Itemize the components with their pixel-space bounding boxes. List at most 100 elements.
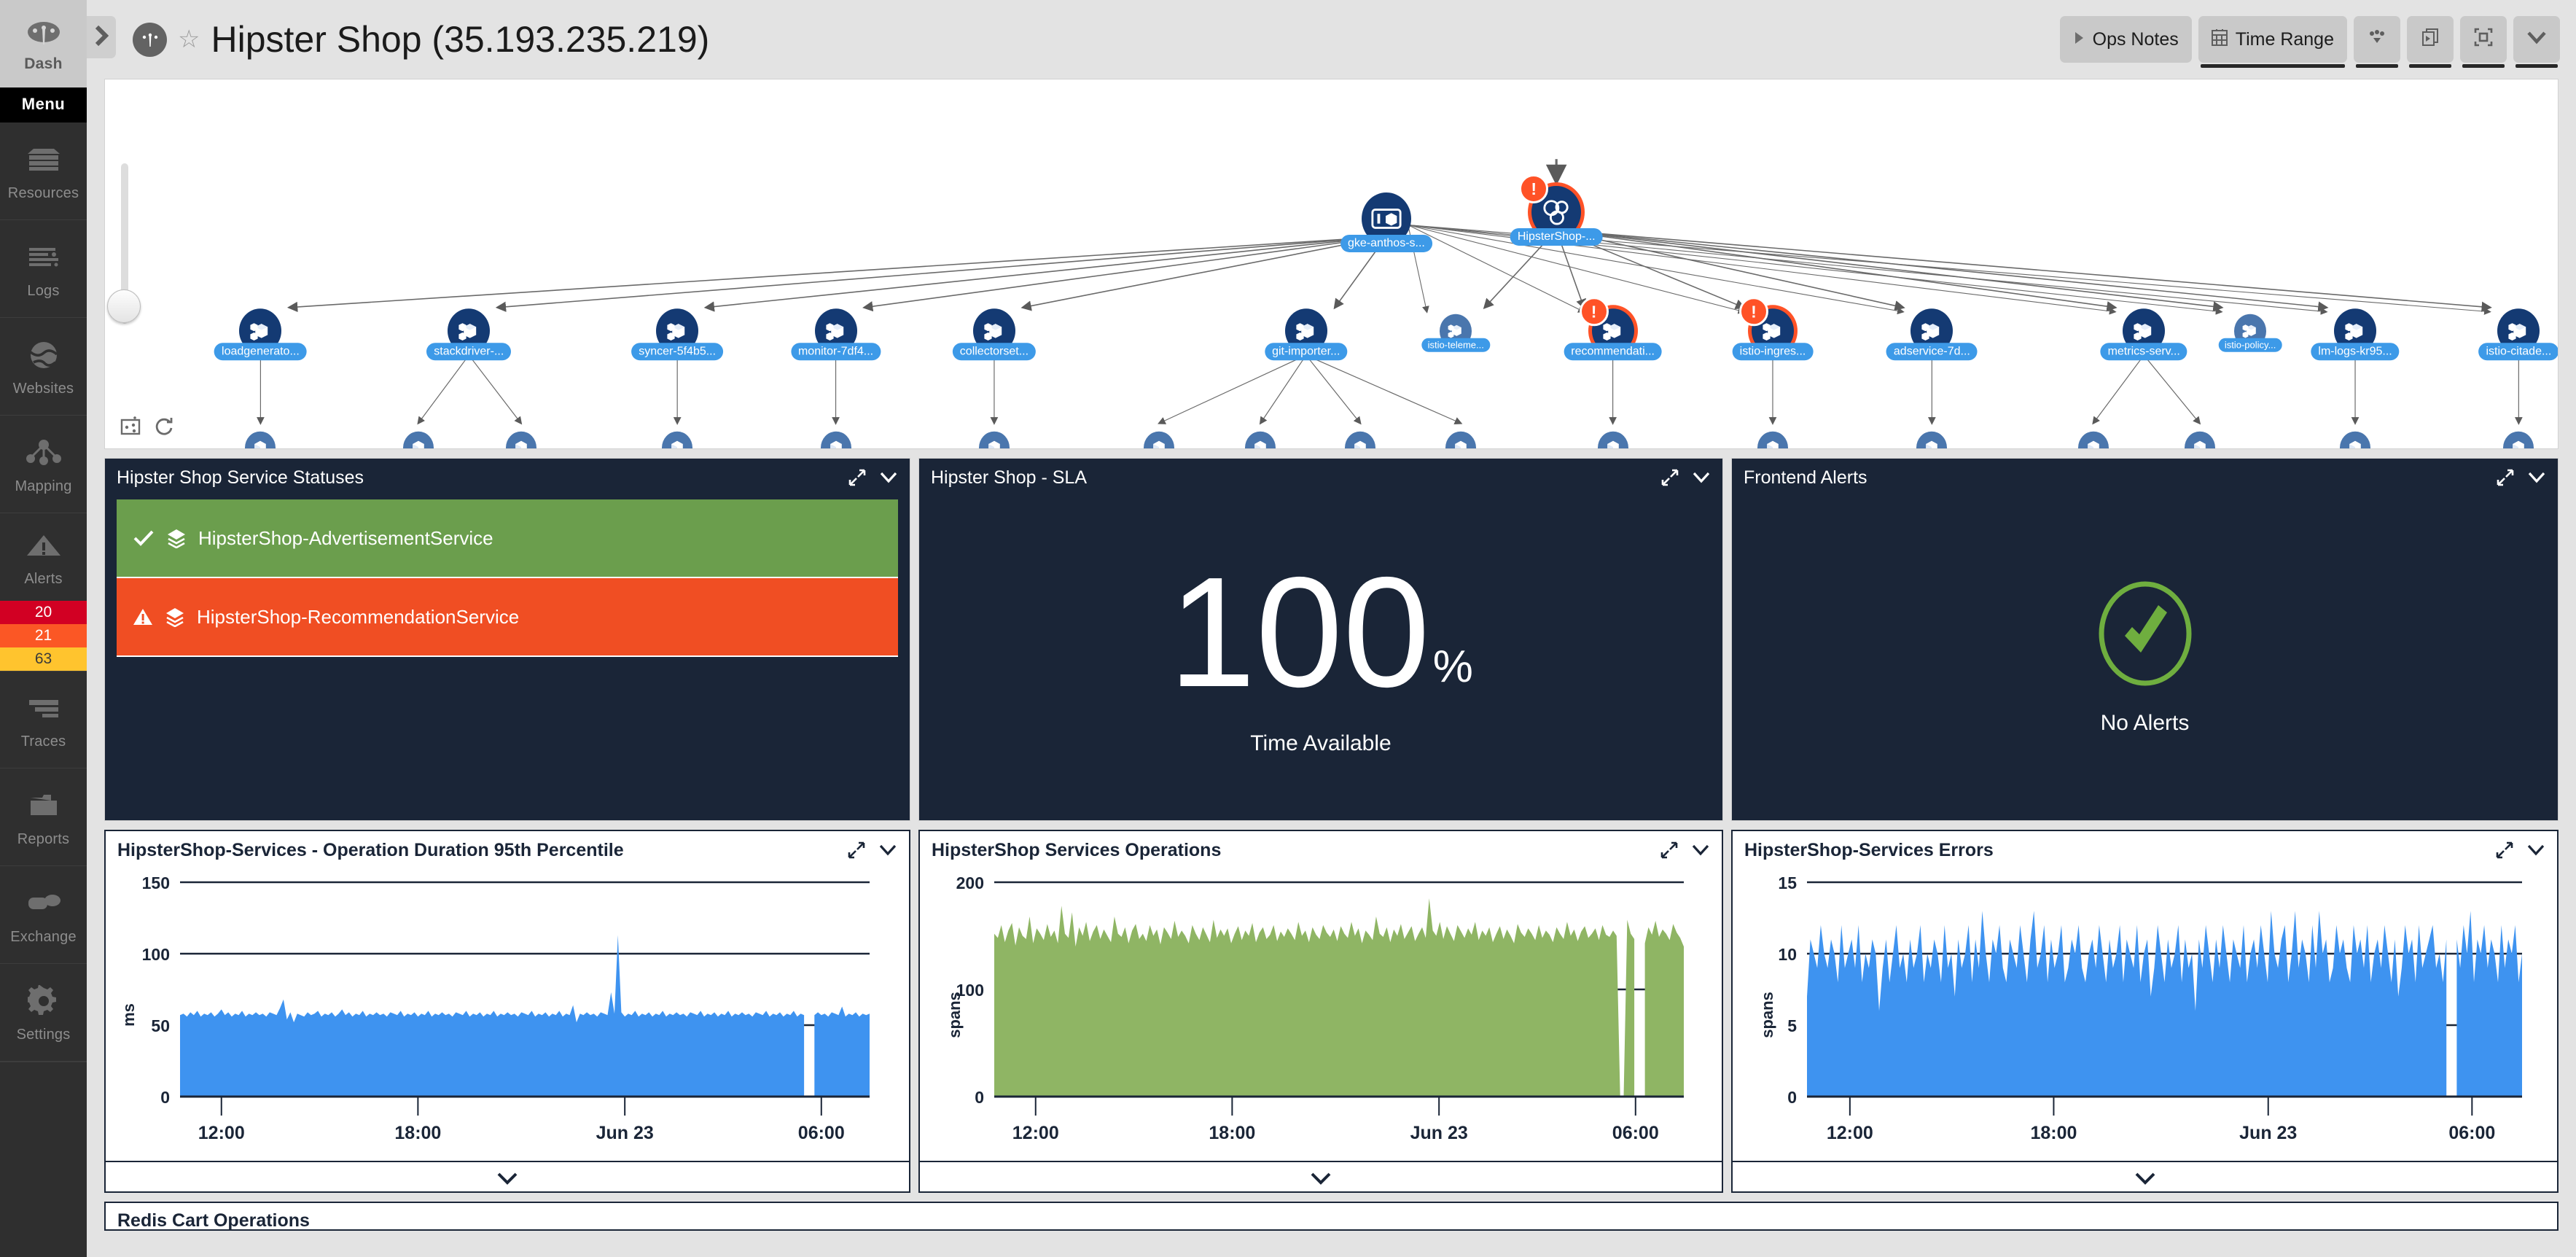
- topology-node[interactable]: main: [245, 431, 276, 448]
- topology-zoom-handle[interactable]: [107, 289, 141, 323]
- topology-node[interactable]: syncer: [662, 431, 693, 448]
- node-warning-badge: !: [1519, 174, 1549, 203]
- chevron-right-icon: [94, 25, 109, 50]
- expand-icon[interactable]: [848, 841, 865, 859]
- svg-text:12:00: 12:00: [1012, 1123, 1059, 1143]
- chevron-down-icon[interactable]: [2527, 470, 2546, 485]
- chevron-down-icon[interactable]: [879, 470, 898, 485]
- sidebar-dash-home[interactable]: Dash: [0, 0, 87, 87]
- exchange-puzzle-icon: [23, 884, 65, 922]
- calendar-icon: [2211, 28, 2228, 51]
- sidebar-item-mapping[interactable]: Mapping: [0, 416, 87, 513]
- chart-area[interactable]: ms 0 50 100 150 12:00 18:00 Jun 23 06:00: [106, 869, 909, 1161]
- alert-badge-warning[interactable]: 63: [0, 647, 87, 671]
- topology-node[interactable]: metadata-age...: [402, 431, 434, 448]
- topology-node[interactable]: metrics-serv...: [2077, 431, 2109, 448]
- sidebar-item-reports[interactable]: Reports: [0, 768, 87, 866]
- topology-node-label: gke-anthos-s...: [1340, 235, 1432, 253]
- chart-area[interactable]: spans 0 100 200 12:00 18:00 Jun 23 06:00: [920, 869, 1722, 1161]
- sidebar-item-logs[interactable]: Logs: [0, 220, 87, 318]
- topology-node[interactable]: git-sync: [1245, 431, 1276, 448]
- chevron-down-icon[interactable]: [1692, 470, 1711, 485]
- topology-node[interactable]: syncer-5f4b5...: [631, 308, 724, 361]
- topology-map-panel[interactable]: gke-anthos-s... ! HipsterShop-... loadgener…: [104, 79, 2559, 449]
- chart-area[interactable]: spans 0 5 10 15 12:00 18:00 Jun 23 06:00: [1733, 869, 2557, 1161]
- sidebar-menu-header[interactable]: Menu: [0, 87, 87, 122]
- topology-node[interactable]: metrics-serv...: [2184, 431, 2215, 448]
- expand-icon[interactable]: [2497, 469, 2514, 486]
- topology-node[interactable]: stackdriver-...: [426, 308, 512, 361]
- sidebar-item-alerts[interactable]: Alerts: [0, 513, 87, 601]
- topology-node[interactable]: ! HipsterShop-...: [1510, 174, 1603, 246]
- sla-unit: %: [1432, 642, 1473, 693]
- topology-node[interactable]: gke-anthos-s...: [1340, 192, 1432, 253]
- sidebar-item-settings[interactable]: Settings: [0, 964, 87, 1062]
- svg-text:12:00: 12:00: [1827, 1123, 1873, 1143]
- service-status-row[interactable]: HipsterShop-RecommendationService: [117, 578, 898, 657]
- topology-node[interactable]: fs-watcher: [1144, 431, 1175, 448]
- topology-node[interactable]: istio-proxy: [1757, 431, 1788, 448]
- service-status-row[interactable]: HipsterShop-AdvertisementService: [117, 499, 898, 578]
- chevron-down-icon[interactable]: [878, 843, 897, 857]
- topology-node-label: monitor-7df4...: [790, 343, 881, 361]
- time-range-button[interactable]: Time Range: [2198, 16, 2347, 68]
- collapse-dashboard-button[interactable]: [2513, 16, 2560, 68]
- svg-text:10: 10: [1778, 945, 1797, 964]
- topology-node[interactable]: monitor: [820, 431, 851, 448]
- topology-node[interactable]: metrics-serv...: [2100, 308, 2187, 361]
- topology-node[interactable]: citadel: [2503, 431, 2534, 448]
- chevron-down-icon[interactable]: [1691, 843, 1710, 857]
- sidebar-item-exchange[interactable]: Exchange: [0, 866, 87, 964]
- panel-footer[interactable]: [106, 1161, 909, 1197]
- chevron-down-icon[interactable]: [2133, 1171, 2158, 1189]
- topology-node-label: istio-teleme...: [1421, 338, 1490, 352]
- duplicate-button[interactable]: [2407, 16, 2454, 68]
- fit-to-screen-icon[interactable]: [120, 416, 141, 441]
- sla-body: 100 % Time Available: [919, 497, 1722, 817]
- topology-node[interactable]: collectorset...: [952, 308, 1037, 361]
- topology-node[interactable]: server: [1916, 431, 1948, 448]
- fullscreen-button[interactable]: [2460, 16, 2507, 68]
- topology-node[interactable]: gcenode-askp...: [1345, 431, 1376, 448]
- topology-node[interactable]: collectorset...: [978, 431, 1010, 448]
- svg-text:12:00: 12:00: [198, 1123, 245, 1143]
- ops-notes-button[interactable]: Ops Notes: [2059, 16, 2192, 63]
- sidebar-item-traces[interactable]: Traces: [0, 671, 87, 768]
- topology-node[interactable]: adservice-7d...: [1886, 308, 1978, 361]
- topology-node[interactable]: lm-logs-kr95...: [2311, 308, 2400, 361]
- sidebar-collapse-button[interactable]: [87, 16, 116, 58]
- topology-node-label: lm-logs-kr95...: [2311, 343, 2400, 361]
- topology-node[interactable]: lm-logs: [2340, 431, 2371, 448]
- topology-node[interactable]: istio-policy...: [2218, 314, 2282, 352]
- topology-node[interactable]: loadgenerato...: [214, 308, 307, 361]
- chevron-down-icon[interactable]: [2526, 843, 2545, 857]
- topology-node[interactable]: ! recommendati...: [1564, 297, 1662, 361]
- more-options-button[interactable]: [2354, 16, 2400, 68]
- topology-node[interactable]: istio-citade...: [2478, 308, 2558, 361]
- pod-icon: [820, 431, 851, 448]
- sidebar-item-resources[interactable]: Resources: [0, 122, 87, 220]
- chevron-down-icon[interactable]: [495, 1171, 520, 1189]
- favorite-star-icon[interactable]: ☆: [178, 27, 200, 52]
- pod-icon: [1245, 431, 1276, 448]
- svg-text:Jun 23: Jun 23: [2239, 1123, 2297, 1143]
- topology-node[interactable]: ! istio-ingres...: [1732, 297, 1814, 361]
- topology-node[interactable]: importer: [1445, 431, 1477, 448]
- chevron-down-icon[interactable]: [1308, 1171, 1333, 1189]
- expand-icon[interactable]: [848, 469, 866, 486]
- topology-node[interactable]: monitor-7df4...: [790, 308, 881, 361]
- refresh-icon[interactable]: [153, 416, 175, 441]
- expand-icon[interactable]: [1661, 469, 1679, 486]
- alert-badge-critical[interactable]: 20: [0, 601, 87, 624]
- topology-node[interactable]: istio-teleme...: [1421, 314, 1490, 352]
- expand-icon[interactable]: [1660, 841, 1678, 859]
- topology-node[interactable]: server: [1597, 431, 1628, 448]
- topology-node[interactable]: metadata-age...: [505, 431, 536, 448]
- topology-node[interactable]: git-importer...: [1265, 308, 1348, 361]
- panel-footer[interactable]: [1733, 1161, 2557, 1197]
- alert-badge-error[interactable]: 21: [0, 624, 87, 647]
- expand-icon[interactable]: [2496, 841, 2513, 859]
- operation-duration-chart-panel: HipsterShop-Services - Operation Duratio…: [104, 830, 910, 1193]
- sidebar-item-websites[interactable]: Websites: [0, 318, 87, 416]
- panel-footer[interactable]: [920, 1161, 1722, 1197]
